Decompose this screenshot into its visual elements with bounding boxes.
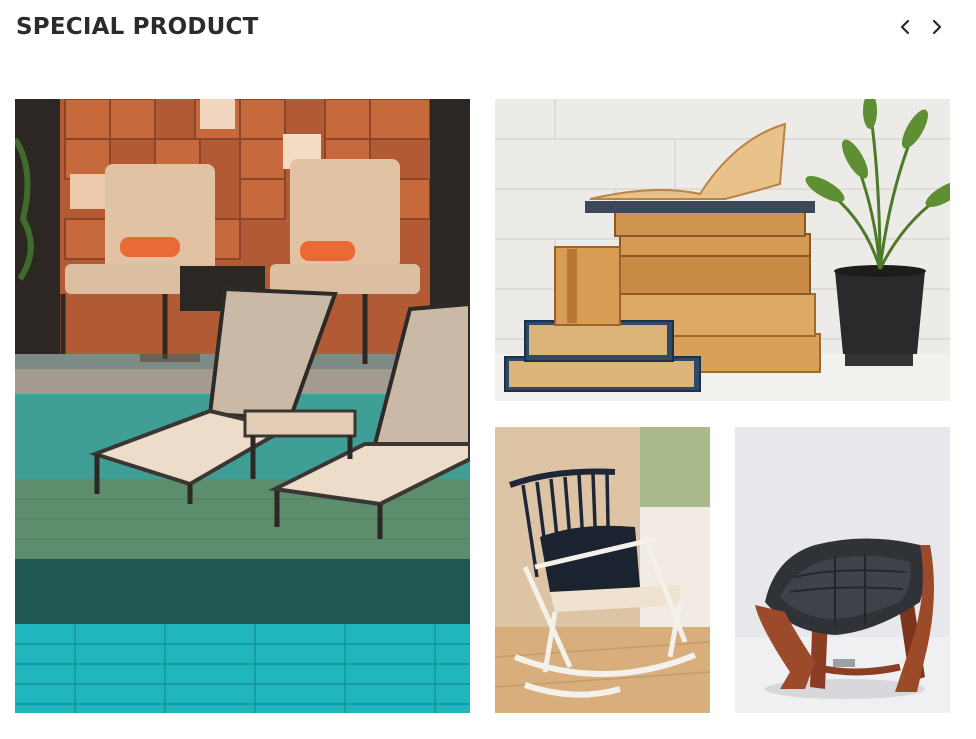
product-image-rocking-chair[interactable]	[495, 427, 710, 713]
white-rocking-chair-image	[495, 427, 710, 713]
poolside-loungers-image	[15, 99, 470, 713]
product-image-stacked-books[interactable]	[495, 99, 950, 401]
product-image-poolside-loungers[interactable]	[15, 99, 470, 713]
carousel-next-button[interactable]	[925, 14, 949, 40]
carousel-prev-button[interactable]	[893, 14, 917, 40]
black-leather-lounge-chair-image	[735, 427, 950, 713]
stacked-books-plant-image	[495, 99, 950, 401]
product-image-leather-chair[interactable]	[735, 427, 950, 713]
chevron-left-icon	[900, 19, 910, 35]
chevron-right-icon	[932, 19, 942, 35]
section-title: SPECIAL PRODUCT	[16, 14, 259, 40]
